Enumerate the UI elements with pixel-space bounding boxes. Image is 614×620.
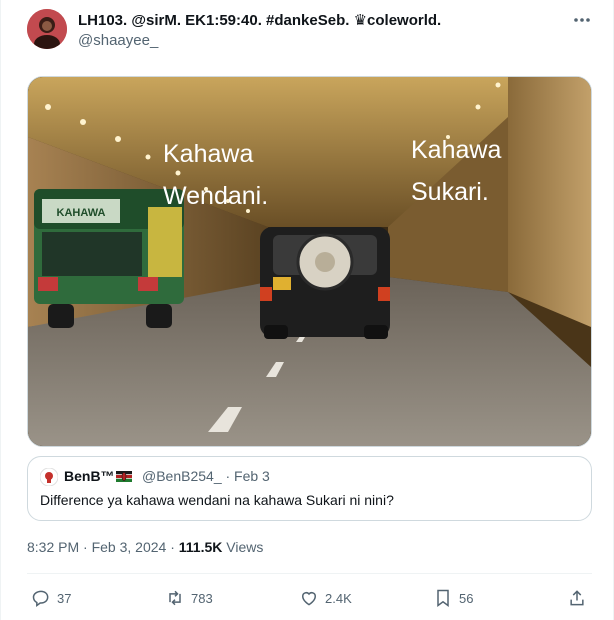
caption-right-line2: Sukari.	[411, 178, 489, 206]
quoted-handle-date: @BenB254_ · Feb 3	[142, 468, 270, 484]
avatar-image	[27, 9, 67, 49]
author-avatar[interactable]	[27, 9, 67, 49]
share-icon	[570, 590, 584, 606]
views-count: 111.5K	[178, 539, 223, 555]
bookmark-count: 56	[459, 590, 474, 606]
heart-icon	[302, 592, 316, 606]
quoted-author-name: BenB™	[64, 468, 132, 484]
caption-right-line1: Kahawa	[411, 136, 501, 164]
reply-icon	[32, 590, 49, 607]
author-handle[interactable]: @shaayee_	[78, 32, 158, 49]
reply-button[interactable]: 37	[31, 587, 71, 609]
quoted-text: Difference ya kahawa wendani na kahawa S…	[40, 492, 394, 508]
bus-sign: KAHAWA	[57, 207, 106, 219]
quoted-name-text: BenB™	[64, 468, 115, 484]
repost-button[interactable]: 783	[165, 587, 213, 609]
author-display-name[interactable]: LH103. @sirM. EK1:59:40. #dankeSeb. ♛col…	[78, 11, 441, 29]
more-options-icon[interactable]	[569, 10, 595, 30]
bookmark-button[interactable]: 56	[433, 587, 473, 609]
timestamp[interactable]: 8:32 PM · Feb 3, 2024 ·	[27, 539, 179, 555]
caption-left-line1: Kahawa	[163, 140, 253, 168]
tweet-media[interactable]: KAHAWA Kahawa Wendani. Kahawa Sukari.	[27, 76, 592, 447]
suv	[260, 227, 390, 339]
caption-left-line2: Wendani.	[163, 182, 268, 210]
divider	[27, 573, 592, 574]
repost-count: 783	[191, 590, 213, 606]
bookmark-icon	[437, 589, 449, 607]
kenya-flag-icon	[115, 471, 132, 482]
quoted-avatar	[39, 467, 59, 487]
views-label: Views	[222, 539, 264, 555]
tweet: LH103. @sirM. EK1:59:40. #dankeSeb. ♛col…	[0, 0, 614, 620]
tweet-meta: 8:32 PM · Feb 3, 2024 · 111.5K Views	[27, 539, 263, 555]
like-count: 2.4K	[325, 590, 352, 606]
quoted-tweet[interactable]: BenB™ @BenB254_ · Feb 3 Difference ya ka…	[27, 456, 592, 521]
repost-icon	[169, 590, 181, 606]
reply-count: 37	[57, 590, 72, 606]
like-button[interactable]: 2.4K	[299, 587, 352, 609]
tunnel-photo: KAHAWA Kahawa Wendani. Kahawa Sukari.	[28, 77, 591, 446]
share-button[interactable]	[567, 587, 593, 609]
